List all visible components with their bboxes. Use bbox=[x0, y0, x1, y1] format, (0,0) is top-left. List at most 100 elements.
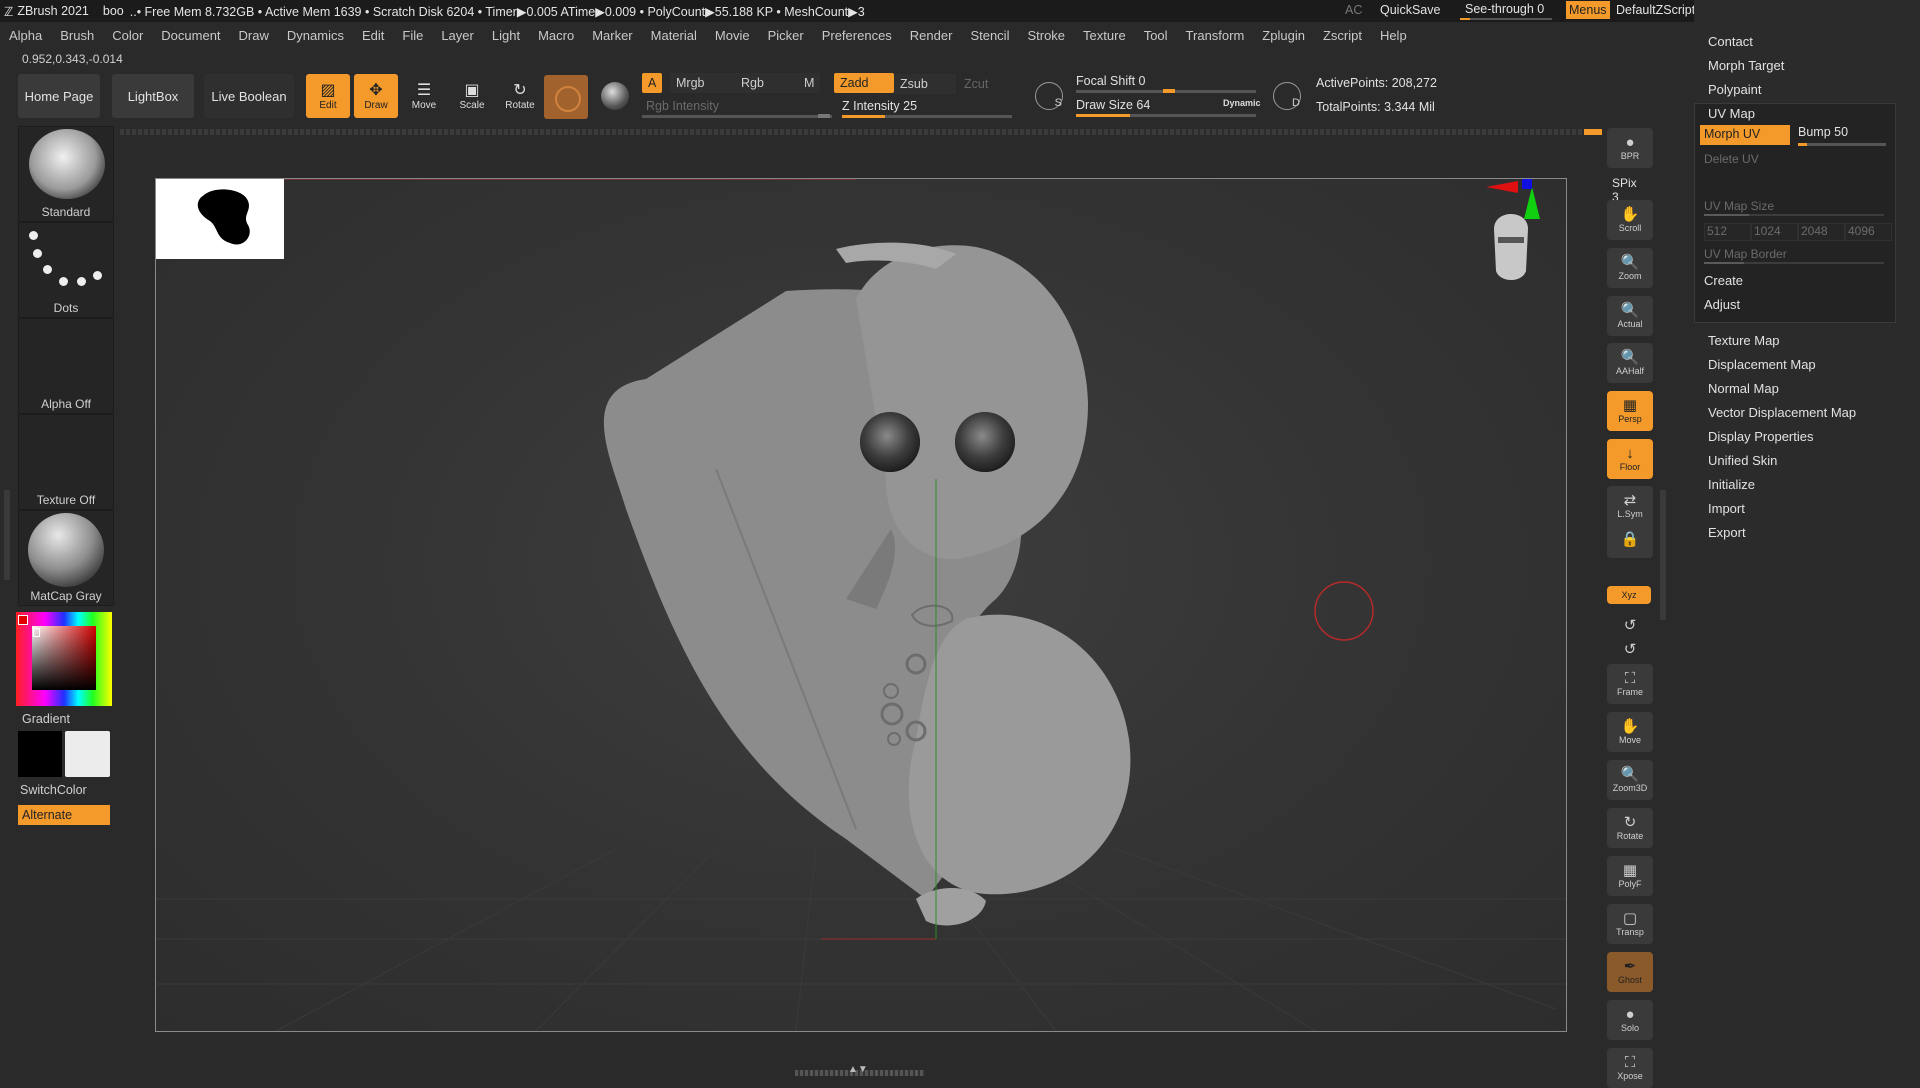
sculpt-mesh[interactable] bbox=[603, 242, 1131, 926]
menu-dynamics[interactable]: Dynamics bbox=[278, 28, 353, 43]
alpha-tile[interactable]: Alpha Off bbox=[18, 318, 114, 414]
uv-map-border-track[interactable] bbox=[1704, 262, 1884, 264]
actual-button[interactable]: 🔍 Actual bbox=[1607, 296, 1653, 336]
uv-map-header[interactable]: UV Map bbox=[1708, 106, 1755, 121]
menu-brush[interactable]: Brush bbox=[51, 28, 103, 43]
draw-size-label[interactable]: Draw Size 64 bbox=[1076, 98, 1150, 112]
quicksave-button[interactable]: QuickSave bbox=[1380, 3, 1440, 17]
move-button[interactable]: ✋ Move bbox=[1607, 712, 1653, 752]
uv-map-size-label[interactable]: UV Map Size bbox=[1704, 199, 1774, 213]
menu-zplugin[interactable]: Zplugin bbox=[1253, 28, 1314, 43]
draw-tool-button[interactable]: ✥ Draw bbox=[354, 74, 398, 118]
canvas-viewport[interactable] bbox=[155, 178, 1567, 1032]
persp-button[interactable]: ▦ Persp bbox=[1607, 391, 1653, 431]
gradient-label[interactable]: Gradient bbox=[22, 712, 70, 726]
menu-file[interactable]: File bbox=[393, 28, 432, 43]
lightbox-button[interactable]: LightBox bbox=[112, 74, 194, 118]
palette-contact[interactable]: Contact bbox=[1708, 34, 1753, 49]
scroll-button[interactable]: ✋ Scroll bbox=[1607, 200, 1653, 240]
alternate-button[interactable]: Alternate bbox=[18, 805, 110, 825]
secondary-color-swatch[interactable] bbox=[65, 731, 110, 777]
zoom3d-button[interactable]: 🔍 Zoom3D bbox=[1607, 760, 1653, 800]
palette-import[interactable]: Import bbox=[1708, 501, 1745, 516]
focal-shift-icon[interactable]: S bbox=[1035, 82, 1063, 110]
floor-button[interactable]: ↓ Floor bbox=[1607, 439, 1653, 479]
palette-displacement-map[interactable]: Displacement Map bbox=[1708, 357, 1816, 372]
m-button[interactable]: M bbox=[798, 73, 821, 93]
menu-tool[interactable]: Tool bbox=[1135, 28, 1177, 43]
zoom-button[interactable]: 🔍 Zoom bbox=[1607, 248, 1653, 288]
rgb-button[interactable]: Rgb bbox=[735, 73, 802, 93]
palette-initialize[interactable]: Initialize bbox=[1708, 477, 1755, 492]
brush-tile[interactable]: Standard bbox=[18, 126, 114, 222]
bpr-button[interactable]: ● BPR bbox=[1607, 128, 1653, 168]
menu-edit[interactable]: Edit bbox=[353, 28, 393, 43]
view-7-button[interactable]: 🔒 bbox=[1607, 522, 1653, 558]
ac-button[interactable]: AC bbox=[1345, 3, 1362, 17]
menu-marker[interactable]: Marker bbox=[583, 28, 641, 43]
seethrough-slider[interactable]: See-through 0 bbox=[1465, 2, 1544, 16]
menu-texture[interactable]: Texture bbox=[1074, 28, 1135, 43]
zadd-button[interactable]: Zadd bbox=[834, 73, 894, 93]
dynamic-label[interactable]: Dynamic bbox=[1223, 98, 1261, 108]
a-button[interactable]: A bbox=[642, 73, 663, 93]
active-color-swatch[interactable] bbox=[18, 615, 28, 625]
main-color-swatch[interactable] bbox=[18, 731, 62, 777]
create-button[interactable]: Create bbox=[1704, 273, 1743, 288]
bump-slider[interactable]: Bump 50 bbox=[1798, 125, 1886, 139]
menu-document[interactable]: Document bbox=[152, 28, 229, 43]
color-picker[interactable] bbox=[16, 612, 112, 706]
stroke-tile[interactable]: Dots bbox=[18, 222, 114, 318]
uv-size-512[interactable]: 512 bbox=[1704, 223, 1751, 241]
edit-tool-button[interactable]: ▨ Edit bbox=[306, 74, 350, 118]
delete-uv-button[interactable]: Delete UV bbox=[1704, 152, 1759, 166]
z-intensity-label[interactable]: Z Intensity 25 bbox=[842, 99, 917, 113]
menu-transform[interactable]: Transform bbox=[1177, 28, 1254, 43]
palette-vector-displacement-map[interactable]: Vector Displacement Map bbox=[1708, 405, 1856, 420]
menu-material[interactable]: Material bbox=[642, 28, 706, 43]
menu-stroke[interactable]: Stroke bbox=[1018, 28, 1074, 43]
rotate-button[interactable]: ↻ Rotate bbox=[1607, 808, 1653, 848]
palette-unified-skin[interactable]: Unified Skin bbox=[1708, 453, 1777, 468]
live-boolean-button[interactable]: Live Boolean bbox=[204, 74, 294, 118]
palette-texture-map[interactable]: Texture Map bbox=[1708, 333, 1780, 348]
polyf-button[interactable]: ▦ PolyF bbox=[1607, 856, 1653, 896]
view-10-button[interactable]: ↺ bbox=[1607, 640, 1653, 660]
frame-button[interactable]: ⛶ Frame bbox=[1607, 664, 1653, 704]
material-sphere-button[interactable] bbox=[544, 75, 588, 119]
mrgb-button[interactable]: Mrgb bbox=[670, 73, 737, 93]
morph-uv-button[interactable]: Morph UV bbox=[1700, 125, 1790, 145]
home-page-button[interactable]: Home Page bbox=[18, 74, 100, 118]
saturation-square[interactable] bbox=[32, 626, 96, 690]
rotate-tool-button[interactable]: ↻ Rotate bbox=[498, 74, 542, 118]
move-tool-button[interactable]: ☰ Move bbox=[402, 74, 446, 118]
uv-size-2048[interactable]: 2048 bbox=[1798, 223, 1845, 241]
orientation-head-icon[interactable] bbox=[1486, 179, 1540, 280]
bottom-arrows-icon[interactable]: ▲▼ bbox=[848, 1064, 868, 1075]
menu-zscript[interactable]: Zscript bbox=[1314, 28, 1371, 43]
palette-polypaint[interactable]: Polypaint bbox=[1708, 82, 1761, 97]
palette-normal-map[interactable]: Normal Map bbox=[1708, 381, 1779, 396]
uv-size-4096[interactable]: 4096 bbox=[1845, 223, 1892, 241]
palette-morph-target[interactable]: Morph Target bbox=[1708, 58, 1784, 73]
draw-size-slider[interactable] bbox=[1076, 114, 1256, 117]
rgb-intensity-label[interactable]: Rgb Intensity bbox=[646, 99, 719, 113]
uv-size-1024[interactable]: 1024 bbox=[1751, 223, 1798, 241]
focal-shift-label[interactable]: Focal Shift 0 bbox=[1076, 74, 1145, 88]
rgb-intensity-knob[interactable] bbox=[818, 114, 830, 118]
right-scroll-strip[interactable] bbox=[1660, 490, 1666, 620]
material-tile[interactable]: MatCap Gray bbox=[18, 510, 114, 606]
menu-preferences[interactable]: Preferences bbox=[813, 28, 901, 43]
aahalf-button[interactable]: 🔍 AAHalf bbox=[1607, 343, 1653, 383]
bump-slider-track[interactable] bbox=[1798, 143, 1886, 146]
menus-button[interactable]: Menus bbox=[1566, 1, 1610, 19]
menu-movie[interactable]: Movie bbox=[706, 28, 759, 43]
menu-color[interactable]: Color bbox=[103, 28, 152, 43]
xyz-button[interactable]: Xyz bbox=[1607, 586, 1651, 604]
solo-button[interactable]: ● Solo bbox=[1607, 1000, 1653, 1040]
zcut-button[interactable]: Zcut bbox=[958, 74, 994, 94]
texture-tile[interactable]: Texture Off bbox=[18, 414, 114, 510]
menu-alpha[interactable]: Alpha bbox=[0, 28, 51, 43]
menu-light[interactable]: Light bbox=[483, 28, 529, 43]
ghost-button[interactable]: ✒ Ghost bbox=[1607, 952, 1653, 992]
